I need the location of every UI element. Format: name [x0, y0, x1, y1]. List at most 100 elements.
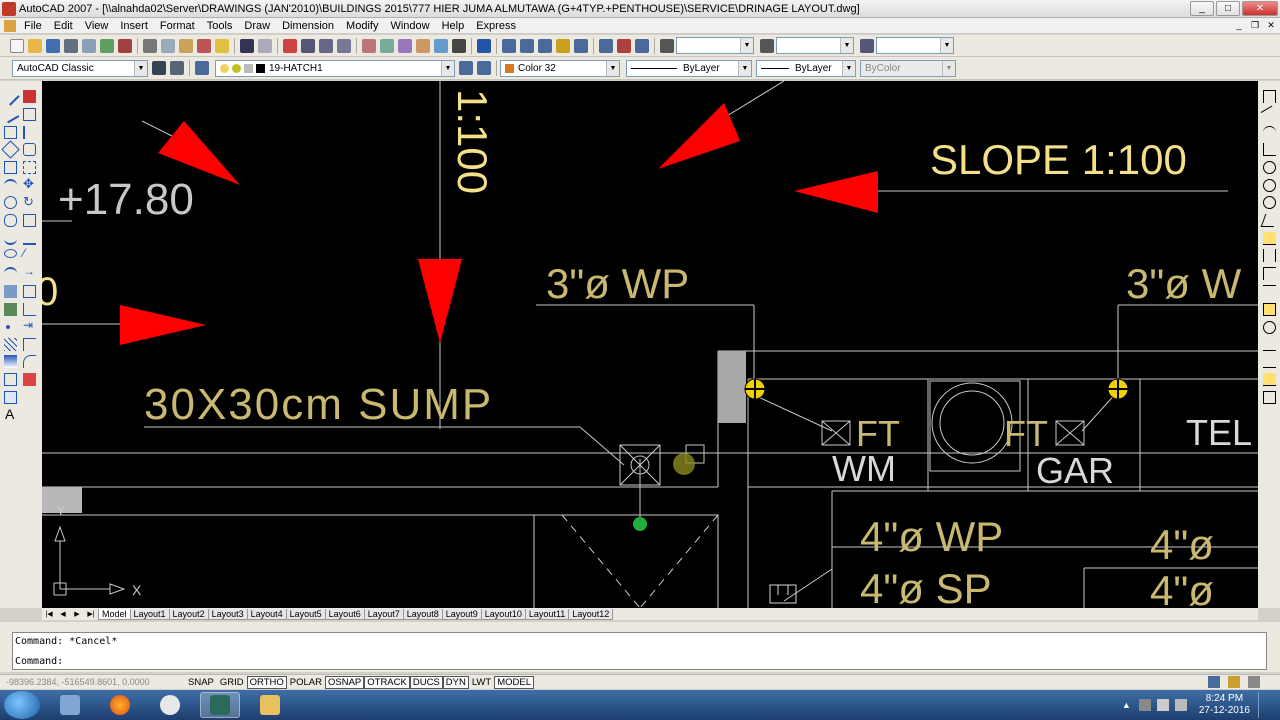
comm-center-icon[interactable]: [1208, 676, 1220, 688]
workspace-combo[interactable]: AutoCAD Classic ▼: [12, 59, 148, 77]
jogged-dimension-icon[interactable]: [1263, 179, 1276, 192]
table-style-combo[interactable]: ▼: [876, 37, 954, 54]
menu-modify[interactable]: Modify: [340, 20, 384, 32]
trim-icon[interactable]: ⁄: [23, 246, 25, 260]
drawing-area[interactable]: +17.80 0 1:100 SLOPE 1:100 3"ø WP 3"ø W …: [42, 81, 1258, 608]
diameter-dimension-icon[interactable]: [1263, 196, 1276, 209]
tab-layout5[interactable]: Layout5: [285, 608, 326, 620]
tab-layout11[interactable]: Layout11: [524, 608, 570, 620]
show-desktop-button[interactable]: [1258, 692, 1268, 718]
baseline-dimension-icon[interactable]: [1263, 249, 1276, 262]
rotate-icon[interactable]: ↻: [23, 194, 34, 210]
erase-icon[interactable]: [23, 90, 36, 103]
layer-tool-6-icon[interactable]: [599, 38, 613, 53]
layer-previous-icon[interactable]: [477, 61, 491, 75]
continue-dimension-icon[interactable]: [1263, 267, 1276, 280]
tab-layout7[interactable]: Layout7: [363, 608, 404, 620]
angular-dimension-icon[interactable]: [1260, 214, 1279, 227]
menu-format[interactable]: Format: [154, 20, 201, 32]
menu-view[interactable]: View: [79, 20, 115, 32]
copy-icon[interactable]: [161, 38, 175, 53]
prev-tab-button[interactable]: ◀: [56, 609, 70, 620]
arc-icon[interactable]: [4, 179, 17, 192]
break-at-point-icon[interactable]: [23, 285, 36, 298]
block-editor-icon[interactable]: [215, 38, 229, 53]
match-properties-icon[interactable]: [197, 38, 211, 53]
menu-express[interactable]: Express: [470, 20, 522, 32]
ellipse-icon[interactable]: [4, 249, 17, 258]
pan-icon[interactable]: [283, 38, 297, 53]
menu-help[interactable]: Help: [436, 20, 471, 32]
tab-layout3[interactable]: Layout3: [207, 608, 248, 620]
taskbar-explorer[interactable]: [50, 692, 90, 718]
color-combo[interactable]: Color 32 ▼: [500, 59, 620, 77]
workspace-settings-icon[interactable]: [152, 61, 166, 75]
arc-length-icon[interactable]: [1263, 126, 1276, 139]
layer-tool-7-icon[interactable]: [617, 38, 631, 53]
start-button[interactable]: [4, 691, 40, 719]
design-center-icon[interactable]: [380, 38, 394, 53]
circle-icon[interactable]: [4, 196, 17, 209]
taskbar-autocad[interactable]: [200, 692, 240, 718]
menu-dimension[interactable]: Dimension: [276, 20, 340, 32]
menu-edit[interactable]: Edit: [48, 20, 79, 32]
gradient-icon[interactable]: [4, 355, 17, 368]
menu-tools[interactable]: Tools: [201, 20, 239, 32]
doc-restore-button[interactable]: ❐: [1248, 20, 1262, 32]
paste-icon[interactable]: [179, 38, 193, 53]
scale-icon[interactable]: [23, 214, 36, 227]
tab-layout4[interactable]: Layout4: [246, 608, 287, 620]
fillet-icon[interactable]: [23, 355, 36, 368]
new-icon[interactable]: [10, 38, 24, 53]
copy-object-icon[interactable]: [23, 108, 36, 121]
text-style-icon[interactable]: [660, 38, 674, 53]
markup-icon[interactable]: [434, 38, 448, 53]
point-icon[interactable]: [6, 325, 10, 329]
line-icon[interactable]: [1, 87, 20, 106]
zoom-previous-icon[interactable]: [337, 38, 351, 53]
cut-icon[interactable]: [143, 38, 157, 53]
linetype-combo[interactable]: ByLayer ▼: [626, 59, 752, 77]
command-input[interactable]: [79, 656, 1179, 669]
taskbar-firefox[interactable]: [100, 692, 140, 718]
dim-style-combo[interactable]: ▼: [776, 37, 854, 54]
grid-toggle[interactable]: GRID: [217, 676, 247, 689]
layer-tool-2-icon[interactable]: [520, 38, 534, 53]
tolerance-icon[interactable]: [1263, 303, 1276, 316]
layer-combo[interactable]: 19-HATCH1 ▼: [215, 59, 455, 77]
flag-icon[interactable]: [1156, 699, 1169, 711]
minimize-button[interactable]: _: [1190, 1, 1214, 16]
lock-icon[interactable]: [1228, 676, 1240, 688]
dimension-edit-icon[interactable]: [1263, 338, 1276, 351]
zoom-realtime-icon[interactable]: [301, 38, 315, 53]
doc-minimize-button[interactable]: _: [1232, 20, 1246, 32]
redo-icon[interactable]: [258, 38, 272, 53]
layer-tool-3-icon[interactable]: [538, 38, 552, 53]
chamfer-icon[interactable]: [23, 338, 36, 351]
tray-expand-icon[interactable]: ▲: [1122, 700, 1131, 710]
extend-icon[interactable]: →: [23, 264, 35, 278]
layer-tool-1-icon[interactable]: [502, 38, 516, 53]
polyline-icon[interactable]: [4, 126, 17, 139]
workspace-save-icon[interactable]: [170, 61, 184, 75]
linear-dimension-icon[interactable]: [1263, 90, 1276, 103]
snap-toggle[interactable]: SNAP: [185, 676, 217, 689]
array-icon[interactable]: [23, 161, 36, 174]
properties-icon[interactable]: [362, 38, 376, 53]
dimension-text-edit-icon[interactable]: [1263, 355, 1276, 368]
move-icon[interactable]: ✥: [23, 176, 34, 192]
doc-close-button[interactable]: ✕: [1264, 20, 1278, 32]
tab-layout12[interactable]: Layout12: [568, 608, 614, 620]
ortho-toggle[interactable]: ORTHO: [246, 675, 287, 689]
open-icon[interactable]: [28, 38, 42, 53]
tab-layout1[interactable]: Layout1: [129, 608, 170, 620]
dim-style-icon[interactable]: [760, 38, 774, 53]
center-mark-icon[interactable]: [1263, 321, 1276, 334]
polar-toggle[interactable]: POLAR: [287, 676, 325, 689]
speaker-icon[interactable]: [1174, 699, 1187, 711]
menu-file[interactable]: File: [18, 20, 48, 32]
make-object-layer-current-icon[interactable]: [459, 61, 473, 75]
dimension-style-icon[interactable]: [1263, 391, 1276, 404]
plot-icon[interactable]: [64, 38, 78, 53]
offset-icon[interactable]: [23, 143, 36, 156]
